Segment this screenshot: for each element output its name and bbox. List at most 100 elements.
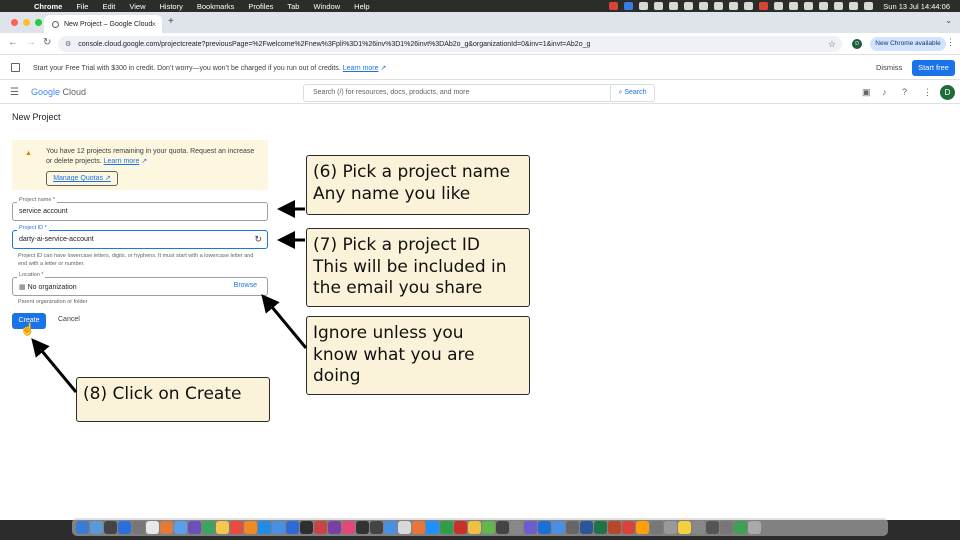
- control-center-icon[interactable]: [864, 2, 874, 10]
- dock-app-icon[interactable]: [328, 520, 341, 534]
- dock-app-icon[interactable]: [146, 520, 159, 534]
- tray-app-icon[interactable]: [609, 2, 619, 10]
- dock-app-icon[interactable]: [482, 520, 495, 534]
- dock-app-icon[interactable]: [132, 520, 145, 534]
- learn-more-link[interactable]: Learn more: [343, 65, 379, 72]
- dock-app-icon[interactable]: [706, 520, 719, 534]
- console-search-input[interactable]: Search (/) for resources, docs, products…: [303, 84, 611, 102]
- dock-app-icon[interactable]: [258, 520, 271, 534]
- search-button[interactable]: ⌕ Search: [611, 84, 655, 102]
- tray-app-icon[interactable]: [684, 2, 694, 10]
- menu-file[interactable]: File: [76, 2, 88, 11]
- tray-app-icon[interactable]: [654, 2, 664, 10]
- forward-arrow-icon[interactable]: →: [26, 37, 36, 48]
- quota-learn-more-link[interactable]: Learn more: [104, 158, 140, 165]
- dock-app-icon[interactable]: [90, 520, 103, 534]
- project-id-field[interactable]: Project ID * darty-ai-service-account ↻: [12, 225, 268, 249]
- dock-app-icon[interactable]: [524, 520, 537, 534]
- dock-app-icon[interactable]: [230, 520, 243, 534]
- menu-window[interactable]: Window: [313, 2, 340, 11]
- menu-app-name[interactable]: Chrome: [34, 2, 62, 11]
- dock-app-icon[interactable]: [538, 520, 551, 534]
- dock-app-icon[interactable]: [664, 520, 677, 534]
- dock-app-icon[interactable]: [286, 520, 299, 534]
- dock-app-icon[interactable]: [594, 520, 607, 534]
- dock-app-icon[interactable]: [426, 520, 439, 534]
- tray-app-icon[interactable]: [624, 2, 634, 10]
- tray-app-icon[interactable]: [759, 2, 769, 10]
- project-name-value[interactable]: service account: [19, 208, 68, 215]
- tray-app-icon[interactable]: [744, 2, 754, 10]
- dock-app-icon[interactable]: [552, 520, 565, 534]
- dock-app-icon[interactable]: [650, 520, 663, 534]
- tray-app-icon[interactable]: [789, 2, 799, 10]
- hamburger-menu-icon[interactable]: ☰: [10, 87, 19, 98]
- dock-app-icon[interactable]: [272, 520, 285, 534]
- tray-app-icon[interactable]: [669, 2, 679, 10]
- dock-app-icon[interactable]: [314, 520, 327, 534]
- dock-app-icon[interactable]: [202, 520, 215, 534]
- menu-profiles[interactable]: Profiles: [248, 2, 273, 11]
- dock-app-icon[interactable]: [510, 520, 523, 534]
- tray-app-icon[interactable]: [819, 2, 829, 10]
- search-icon[interactable]: [849, 2, 859, 10]
- menu-tab[interactable]: Tab: [287, 2, 299, 11]
- menu-view[interactable]: View: [129, 2, 145, 11]
- maximize-window-button[interactable]: [35, 19, 42, 26]
- tab-new-project[interactable]: New Project – Google Cloud ×: [44, 15, 162, 33]
- dock-app-icon[interactable]: [244, 520, 257, 534]
- dock-app-icon[interactable]: [734, 520, 747, 534]
- menu-history[interactable]: History: [160, 2, 183, 11]
- profile-avatar[interactable]: D: [852, 39, 862, 49]
- dismiss-button[interactable]: Dismiss: [876, 63, 902, 72]
- notifications-bell-icon[interactable]: ♪: [882, 87, 887, 97]
- tab-search-icon[interactable]: ⌄: [945, 16, 952, 25]
- bookmark-star-icon[interactable]: ☆: [828, 39, 836, 50]
- new-tab-button[interactable]: +: [168, 16, 174, 27]
- tray-app-icon[interactable]: [699, 2, 709, 10]
- browse-button[interactable]: Browse: [234, 282, 257, 289]
- start-free-button[interactable]: Start free: [912, 60, 955, 76]
- site-info-icon[interactable]: ⚙: [65, 40, 71, 48]
- menubar-clock[interactable]: Sun 13 Jul 14:44:06: [883, 2, 950, 11]
- new-chrome-available-button[interactable]: New Chrome available: [870, 37, 946, 51]
- dock-app-icon[interactable]: [188, 520, 201, 534]
- dock-app-icon[interactable]: [216, 520, 229, 534]
- cloud-shell-icon[interactable]: ▣: [862, 87, 871, 98]
- dock-app-icon[interactable]: [398, 520, 411, 534]
- dock-app-icon[interactable]: [580, 520, 593, 534]
- cancel-button[interactable]: Cancel: [58, 316, 80, 323]
- dock-app-icon[interactable]: [692, 520, 705, 534]
- dock-app-icon[interactable]: [412, 520, 425, 534]
- dock-app-icon[interactable]: [468, 520, 481, 534]
- dock-app-icon[interactable]: [370, 520, 383, 534]
- dock-app-icon[interactable]: [356, 520, 369, 534]
- google-cloud-logo[interactable]: Google Cloud: [31, 87, 86, 97]
- dock-app-icon[interactable]: [748, 520, 761, 534]
- address-bar[interactable]: ⚙ console.cloud.google.com/projectcreate…: [58, 36, 842, 52]
- dock-app-icon[interactable]: [76, 520, 89, 534]
- close-window-button[interactable]: [11, 19, 18, 26]
- menu-bookmarks[interactable]: Bookmarks: [197, 2, 235, 11]
- tray-app-icon[interactable]: [729, 2, 739, 10]
- regenerate-id-icon[interactable]: ↻: [254, 234, 262, 245]
- dock-app-icon[interactable]: [496, 520, 509, 534]
- dock-app-icon[interactable]: [566, 520, 579, 534]
- project-id-value[interactable]: darty-ai-service-account: [19, 236, 94, 243]
- dock-app-icon[interactable]: [174, 520, 187, 534]
- dock-app-icon[interactable]: [160, 520, 173, 534]
- wifi-icon[interactable]: [834, 2, 844, 10]
- reload-icon[interactable]: ↻: [43, 37, 51, 48]
- chrome-menu-icon[interactable]: ⋮: [946, 37, 955, 48]
- tray-app-icon[interactable]: [804, 2, 814, 10]
- minimize-window-button[interactable]: [23, 19, 30, 26]
- location-field[interactable]: Location * ▦ No organization Browse: [12, 272, 268, 296]
- back-arrow-icon[interactable]: ←: [8, 37, 18, 48]
- dock-app-icon[interactable]: [300, 520, 313, 534]
- close-tab-icon[interactable]: ×: [151, 20, 156, 29]
- account-avatar[interactable]: D: [940, 85, 955, 100]
- dock-app-icon[interactable]: [440, 520, 453, 534]
- dock-app-icon[interactable]: [622, 520, 635, 534]
- dock-app-icon[interactable]: [678, 520, 691, 534]
- dock-app-icon[interactable]: [342, 520, 355, 534]
